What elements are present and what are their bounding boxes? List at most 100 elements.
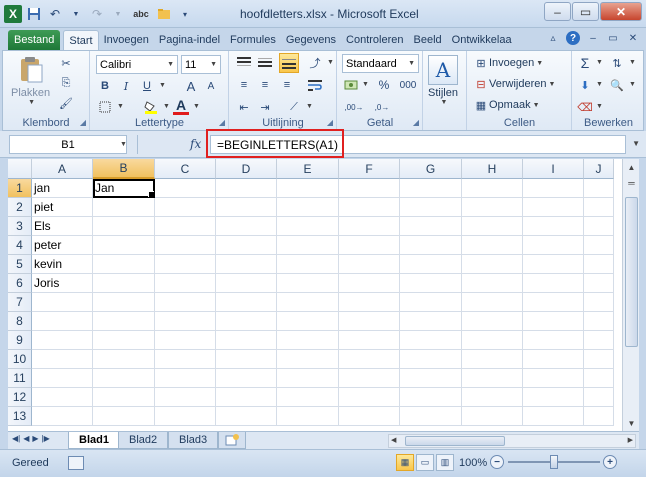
- sort-filter-icon[interactable]: ⇅: [609, 55, 625, 71]
- column-header-h[interactable]: H: [462, 159, 523, 179]
- cell-f5[interactable]: [339, 255, 400, 274]
- column-header-b[interactable]: B: [93, 159, 155, 179]
- cell-f7[interactable]: [339, 293, 400, 312]
- number-launcher-icon[interactable]: ◢: [413, 118, 419, 127]
- cell-i12[interactable]: [523, 388, 584, 407]
- cell-b4[interactable]: [93, 236, 155, 255]
- sort-filter-dropdown-icon[interactable]: ▼: [629, 59, 636, 66]
- insert-sheet-icon[interactable]: [218, 432, 246, 449]
- decrease-indent-icon[interactable]: ⇤: [236, 99, 252, 115]
- column-header-i[interactable]: I: [523, 159, 584, 179]
- cell-h13[interactable]: [462, 407, 523, 426]
- fill-icon[interactable]: ⬇: [577, 77, 593, 93]
- clear-dropdown-icon[interactable]: ▼: [596, 103, 603, 110]
- cell-b9[interactable]: [93, 331, 155, 350]
- accounting-format-icon[interactable]: [343, 77, 359, 93]
- cell-e6[interactable]: [277, 274, 339, 293]
- cell-g3[interactable]: [400, 217, 462, 236]
- page-layout-view-icon[interactable]: ▭: [416, 454, 434, 471]
- zoom-in-icon[interactable]: +: [603, 455, 617, 469]
- vertical-scrollbar[interactable]: ▲ ═ ▼: [622, 159, 639, 431]
- cell-c8[interactable]: [155, 312, 216, 331]
- cell-f6[interactable]: [339, 274, 400, 293]
- cell-g13[interactable]: [400, 407, 462, 426]
- cell-h3[interactable]: [462, 217, 523, 236]
- cell-a9[interactable]: [32, 331, 93, 350]
- excel-app-icon[interactable]: X: [4, 5, 22, 23]
- cell-g4[interactable]: [400, 236, 462, 255]
- wrap-text-icon[interactable]: [307, 77, 323, 93]
- cell-b10[interactable]: [93, 350, 155, 369]
- cell-g6[interactable]: [400, 274, 462, 293]
- maximize-button[interactable]: ▭: [572, 2, 599, 21]
- cell-a6[interactable]: Joris: [32, 274, 93, 293]
- shrink-font-button[interactable]: A: [203, 78, 219, 94]
- row-header-10[interactable]: 10: [8, 350, 32, 369]
- cell-g12[interactable]: [400, 388, 462, 407]
- autosum-dropdown-icon[interactable]: ▼: [596, 59, 603, 66]
- tab-invoegen[interactable]: Invoegen: [99, 30, 154, 50]
- cell-i10[interactable]: [523, 350, 584, 369]
- cell-c3[interactable]: [155, 217, 216, 236]
- cell-b7[interactable]: [93, 293, 155, 312]
- clipboard-launcher-icon[interactable]: ◢: [80, 118, 86, 127]
- row-header-2[interactable]: 2: [8, 198, 32, 217]
- orientation-icon[interactable]: ⟋: [286, 99, 302, 115]
- cell-e5[interactable]: [277, 255, 339, 274]
- row-header-1[interactable]: 1: [8, 179, 32, 198]
- tab-gegevens[interactable]: Gegevens: [281, 30, 341, 50]
- cell-a2[interactable]: piet: [32, 198, 93, 217]
- tab-beeld[interactable]: Beeld: [409, 30, 447, 50]
- cell-a13[interactable]: [32, 407, 93, 426]
- scroll-right-arrow-icon[interactable]: ▶: [628, 436, 633, 444]
- font-name-select[interactable]: Calibri ▼: [96, 55, 178, 74]
- row-header-4[interactable]: 4: [8, 236, 32, 255]
- cell-j11[interactable]: [584, 369, 614, 388]
- cell-i7[interactable]: [523, 293, 584, 312]
- row-header-13[interactable]: 13: [8, 407, 32, 426]
- cell-a7[interactable]: [32, 293, 93, 312]
- minimize-button[interactable]: –: [544, 2, 571, 21]
- cell-c2[interactable]: [155, 198, 216, 217]
- cell-i8[interactable]: [523, 312, 584, 331]
- increase-decimal-icon[interactable]: ,00→: [343, 99, 365, 115]
- split-handle-icon[interactable]: ═: [625, 176, 638, 190]
- fill-dropdown-icon[interactable]: ▼: [596, 81, 603, 88]
- sheet-tab-blad1[interactable]: Blad1: [68, 432, 120, 449]
- increase-indent-icon[interactable]: ⇥: [257, 99, 273, 115]
- cell-f11[interactable]: [339, 369, 400, 388]
- cell-j4[interactable]: [584, 236, 614, 255]
- tab-controleren[interactable]: Controleren: [341, 30, 408, 50]
- cell-h7[interactable]: [462, 293, 523, 312]
- font-size-select[interactable]: 11 ▼: [181, 55, 221, 74]
- cell-h12[interactable]: [462, 388, 523, 407]
- prev-sheet-icon[interactable]: ◀: [23, 434, 29, 443]
- cell-f2[interactable]: [339, 198, 400, 217]
- cell-h6[interactable]: [462, 274, 523, 293]
- orientation-dropdown-icon[interactable]: ▼: [306, 103, 313, 110]
- column-header-c[interactable]: C: [155, 159, 216, 179]
- bold-button[interactable]: B: [97, 78, 113, 94]
- row-header-8[interactable]: 8: [8, 312, 32, 331]
- align-right-icon[interactable]: ≡: [279, 77, 295, 93]
- scroll-up-arrow-icon[interactable]: ▲: [625, 160, 638, 174]
- cell-b12[interactable]: [93, 388, 155, 407]
- cell-e9[interactable]: [277, 331, 339, 350]
- cell-d12[interactable]: [216, 388, 277, 407]
- clear-icon[interactable]: ⌫: [577, 99, 593, 115]
- scroll-left-arrow-icon[interactable]: ◀: [391, 436, 396, 444]
- cell-c10[interactable]: [155, 350, 216, 369]
- paste-button[interactable]: Plakken ▼: [11, 55, 50, 106]
- cell-d4[interactable]: [216, 236, 277, 255]
- cell-c12[interactable]: [155, 388, 216, 407]
- cell-b13[interactable]: [93, 407, 155, 426]
- cell-j13[interactable]: [584, 407, 614, 426]
- cell-c9[interactable]: [155, 331, 216, 350]
- cell-d9[interactable]: [216, 331, 277, 350]
- cell-i6[interactable]: [523, 274, 584, 293]
- cell-h10[interactable]: [462, 350, 523, 369]
- decrease-decimal-icon[interactable]: ,0→: [371, 99, 393, 115]
- zoom-out-icon[interactable]: −: [490, 455, 504, 469]
- insert-cells-button[interactable]: ⊞ Invoegen ▼: [473, 55, 543, 71]
- find-select-icon[interactable]: 🔍: [609, 77, 625, 93]
